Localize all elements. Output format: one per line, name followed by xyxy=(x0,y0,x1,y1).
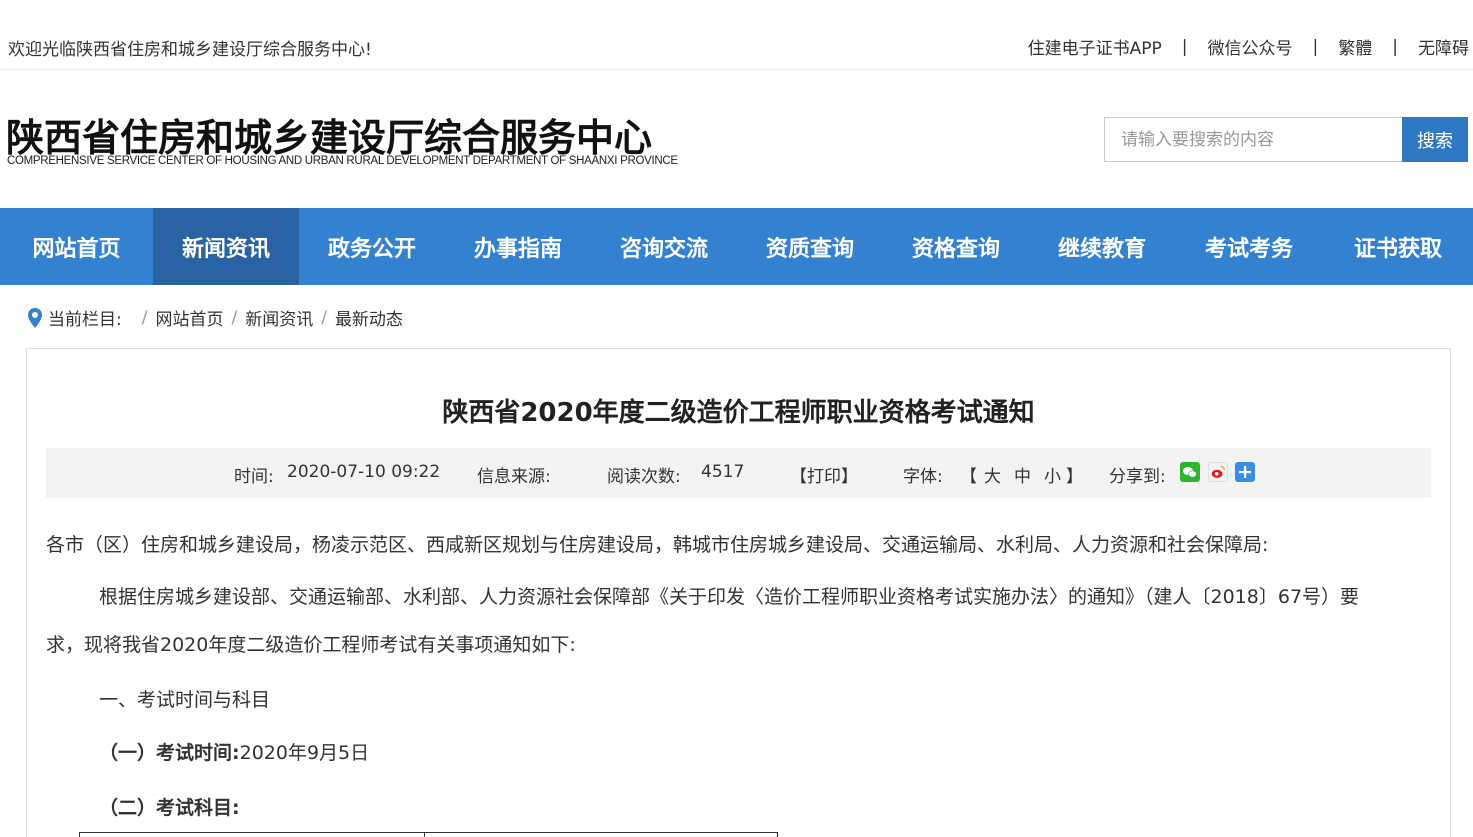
breadcrumb: 当前栏目: / 网站首页 / 新闻资讯 / 最新动态 xyxy=(28,305,403,330)
breadcrumb-home[interactable]: 网站首页 xyxy=(155,305,223,330)
meta-source-label: 信息来源: xyxy=(477,467,551,487)
top-link-separator: | xyxy=(1312,36,1319,57)
article-meta-bar: 时间: 2020-07-10 09:22 信息来源: 阅读次数: 4517 【打… xyxy=(46,448,1431,498)
font-small-link[interactable]: 小 xyxy=(1044,462,1061,487)
meta-time-label: 时间: xyxy=(234,467,274,487)
article-paragraph-recipients: 各市（区）住房和城乡建设局，杨凌示范区、西咸新区规划与住房建设局，韩城市住房城乡… xyxy=(46,534,1269,556)
main-nav: 网站首页 新闻资讯 政务公开 办事指南 咨询交流 资质查询 资格查询 继续教育 … xyxy=(0,208,1473,285)
article-subsection-subjects: （二）考试科目: xyxy=(99,797,240,819)
top-link-traditional[interactable]: 繁體 xyxy=(1338,34,1372,59)
site-logo-title[interactable]: 陕西省住房和城乡建设厅综合服务中心 xyxy=(6,107,652,162)
nav-item-qualification-query[interactable]: 资质查询 xyxy=(737,208,883,285)
nav-item-home[interactable]: 网站首页 xyxy=(0,208,153,285)
weibo-share-icon[interactable] xyxy=(1208,462,1228,482)
font-bracket-open: 【 xyxy=(960,467,977,487)
top-bar: 欢迎光临陕西省住房和城乡建设厅综合服务中心! 住建电子证书APP | 微信公众号… xyxy=(0,0,1473,70)
nav-item-certificates[interactable]: 证书获取 xyxy=(1323,208,1473,285)
top-link-separator: | xyxy=(1392,36,1398,57)
breadcrumb-latest[interactable]: 最新动态 xyxy=(335,305,403,330)
nav-item-certification-query[interactable]: 资格查询 xyxy=(883,208,1029,285)
meta-time-value: 2020-07-10 09:22 xyxy=(287,462,441,482)
top-links: 住建电子证书APP | 微信公众号 | 繁體 | 无障碍 xyxy=(1028,34,1469,60)
meta-reads-value: 4517 xyxy=(701,462,745,482)
nav-item-news[interactable]: 新闻资讯 xyxy=(153,208,299,285)
nav-item-exams[interactable]: 考试考务 xyxy=(1175,208,1323,285)
wechat-share-icon[interactable] xyxy=(1180,462,1200,482)
search-input[interactable] xyxy=(1104,117,1402,162)
welcome-text: 欢迎光临陕西省住房和城乡建设厅综合服务中心! xyxy=(8,40,372,60)
print-link[interactable]: 【打印】 xyxy=(790,462,858,487)
article-paragraph-intro-line1: 根据住房城乡建设部、交通运输部、水利部、人力资源社会保障部《关于印发〈造价工程师… xyxy=(99,586,1360,608)
meta-font-label: 字体: xyxy=(903,467,943,487)
font-large-link[interactable]: 大 xyxy=(984,462,1001,487)
site-logo-subtitle: COMPREHENSIVE SERVICE CENTER OF HOUSING … xyxy=(7,155,678,167)
article-paragraph-intro-line2: 求，现将我省2020年度二级造价工程师考试有关事项通知如下: xyxy=(46,634,576,656)
more-share-icon[interactable] xyxy=(1235,462,1255,482)
nav-item-gov-affairs[interactable]: 政务公开 xyxy=(299,208,445,285)
nav-item-guide[interactable]: 办事指南 xyxy=(445,208,591,285)
exam-time-value: 2020年9月5日 xyxy=(239,742,370,764)
breadcrumb-separator: / xyxy=(141,307,148,328)
table-column-divider xyxy=(424,833,425,837)
exam-time-label: （一）考试时间: xyxy=(99,742,240,764)
top-link-wechat[interactable]: 微信公众号 xyxy=(1208,34,1293,59)
breadcrumb-news[interactable]: 新闻资讯 xyxy=(245,305,313,330)
article-subsection-time: （一）考试时间:2020年9月5日 xyxy=(99,738,369,765)
search-button[interactable]: 搜索 xyxy=(1402,117,1468,162)
breadcrumb-separator: / xyxy=(321,307,327,328)
font-medium-link[interactable]: 中 xyxy=(1014,462,1031,487)
breadcrumb-separator: / xyxy=(231,307,238,328)
nav-item-consult[interactable]: 咨询交流 xyxy=(591,208,737,285)
top-link-app[interactable]: 住建电子证书APP xyxy=(1028,34,1162,59)
location-pin-icon xyxy=(28,307,42,328)
subjects-table xyxy=(79,832,778,837)
article-title: 陕西省2020年度二级造价工程师职业资格考试通知 xyxy=(442,398,1035,428)
meta-reads-label: 阅读次数: xyxy=(607,467,681,487)
nav-item-education[interactable]: 继续教育 xyxy=(1029,208,1175,285)
font-bracket-close: 】 xyxy=(1066,467,1083,487)
top-link-separator: | xyxy=(1181,36,1188,57)
breadcrumb-label: 当前栏目: xyxy=(48,310,122,330)
meta-share-label: 分享到: xyxy=(1109,467,1166,487)
top-link-accessibility[interactable]: 无障碍 xyxy=(1418,34,1469,59)
article-section-heading: 一、考试时间与科目 xyxy=(99,689,271,711)
